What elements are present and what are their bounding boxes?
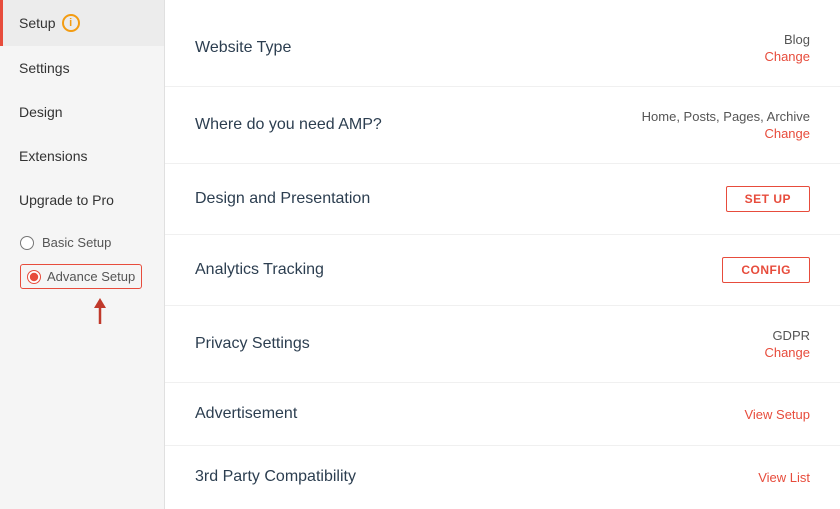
design-presentation-value: SET UP — [726, 186, 810, 212]
sidebar-radio-group: Basic Setup Advance Setup — [0, 222, 164, 338]
sidebar-item-design[interactable]: Design — [0, 90, 164, 134]
amp-pages-value: Home, Posts, Pages, Archive Change — [642, 109, 810, 141]
design-setup-button[interactable]: SET UP — [726, 186, 810, 212]
privacy-settings-label: Privacy Settings — [195, 335, 310, 353]
row-advertisement: Advertisement View Setup — [165, 383, 840, 446]
radio-advance-label: Advance Setup — [47, 269, 135, 284]
radio-basic-option[interactable]: Basic Setup — [20, 230, 148, 255]
row-amp-pages: Where do you need AMP? Home, Posts, Page… — [165, 87, 840, 164]
row-third-party: 3rd Party Compatibility View List — [165, 446, 840, 508]
sidebar-item-settings[interactable]: Settings — [0, 46, 164, 90]
website-type-change-link[interactable]: Change — [764, 49, 810, 64]
radio-basic-label: Basic Setup — [42, 235, 111, 250]
row-design-presentation: Design and Presentation SET UP — [165, 164, 840, 235]
radio-advance-input[interactable] — [27, 270, 41, 284]
website-type-text: Blog — [784, 32, 810, 47]
info-icon: i — [62, 14, 80, 32]
sidebar: Setup i Settings Design Extensions Upgra… — [0, 0, 165, 509]
third-party-value: View List — [758, 470, 810, 485]
amp-pages-change-link[interactable]: Change — [764, 126, 810, 141]
advertisement-label: Advertisement — [195, 405, 297, 423]
advertisement-value: View Setup — [744, 407, 810, 422]
sidebar-settings-label: Settings — [19, 60, 70, 76]
privacy-settings-value: GDPR Change — [764, 328, 810, 360]
radio-basic-input[interactable] — [20, 236, 34, 250]
sidebar-setup-label: Setup — [19, 15, 56, 31]
sidebar-item-upgrade[interactable]: Upgrade to Pro — [0, 178, 164, 222]
sidebar-upgrade-label: Upgrade to Pro — [19, 192, 114, 208]
website-type-value: Blog Change — [764, 32, 810, 64]
sidebar-extensions-label: Extensions — [19, 148, 87, 164]
amp-pages-label: Where do you need AMP? — [195, 116, 382, 134]
analytics-tracking-value: CONFIG — [722, 257, 810, 283]
row-privacy-settings: Privacy Settings GDPR Change — [165, 306, 840, 383]
analytics-tracking-label: Analytics Tracking — [195, 261, 324, 279]
sidebar-design-label: Design — [19, 104, 63, 120]
amp-pages-text: Home, Posts, Pages, Archive — [642, 109, 810, 124]
third-party-label: 3rd Party Compatibility — [195, 468, 356, 486]
arrow-indicator — [20, 294, 148, 330]
advertisement-view-link[interactable]: View Setup — [744, 407, 810, 422]
privacy-settings-change-link[interactable]: Change — [764, 345, 810, 360]
row-analytics-tracking: Analytics Tracking CONFIG — [165, 235, 840, 306]
advance-option-box: Advance Setup — [20, 264, 142, 289]
row-website-type: Website Type Blog Change — [165, 10, 840, 87]
website-type-label: Website Type — [195, 39, 291, 57]
sidebar-item-setup[interactable]: Setup i — [0, 0, 164, 46]
privacy-settings-text: GDPR — [772, 328, 810, 343]
analytics-config-button[interactable]: CONFIG — [722, 257, 810, 283]
radio-advance-option[interactable]: Advance Setup — [20, 259, 148, 294]
third-party-view-link[interactable]: View List — [758, 470, 810, 485]
sidebar-item-extensions[interactable]: Extensions — [0, 134, 164, 178]
design-presentation-label: Design and Presentation — [195, 190, 370, 208]
main-content: Website Type Blog Change Where do you ne… — [165, 0, 840, 509]
